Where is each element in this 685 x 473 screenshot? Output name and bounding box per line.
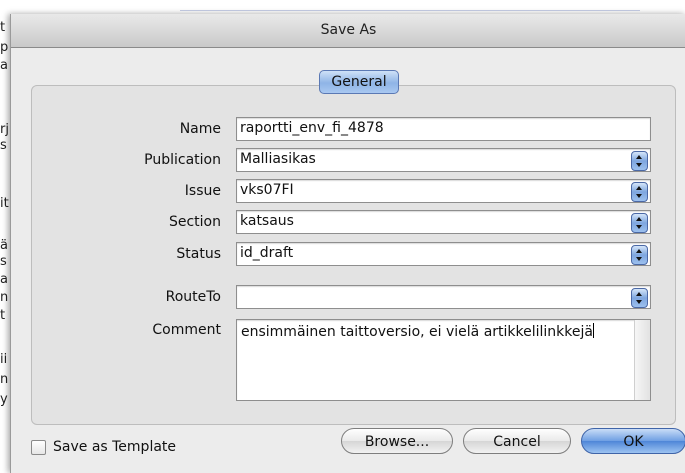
section-label: Section [168, 214, 221, 230]
background-toolbar [180, 0, 640, 11]
save-as-template-checkbox[interactable] [31, 440, 46, 455]
publication-combo[interactable]: Malliasikas [236, 148, 651, 172]
status-stepper-icon[interactable] [631, 245, 648, 265]
name-input[interactable]: raportti_env_fi_4878 [236, 117, 651, 141]
browse-button[interactable]: Browse... [341, 428, 453, 454]
dialog-title: Save As [320, 22, 377, 38]
issue-combo[interactable]: vks07FI [236, 179, 651, 203]
name-input-value: raportti_env_fi_4878 [240, 120, 384, 136]
issue-value: vks07FI [240, 182, 294, 198]
route-to-combo[interactable] [236, 285, 651, 309]
route-to-stepper-icon[interactable] [631, 288, 648, 308]
comment-value: ensimmäinen taittoversio, ei vielä artik… [241, 324, 593, 340]
name-label: Name [179, 121, 221, 137]
comment-textarea[interactable]: ensimmäinen taittoversio, ei vielä artik… [236, 319, 651, 401]
title-bar[interactable]: Save As [11, 14, 685, 48]
publication-value: Malliasikas [240, 151, 316, 167]
publication-stepper-icon[interactable] [631, 151, 648, 171]
cancel-button[interactable]: Cancel [463, 428, 571, 454]
status-combo[interactable]: id_draft [236, 242, 651, 266]
save-as-template-label[interactable]: Save as Template [53, 439, 176, 455]
comment-scrollbar[interactable] [634, 320, 650, 400]
text-caret [592, 323, 594, 338]
publication-label: Publication [144, 152, 221, 168]
ok-button[interactable]: OK [581, 428, 685, 454]
comment-label: Comment [152, 322, 221, 338]
tab-general[interactable]: General [319, 70, 399, 94]
route-to-label: RouteTo [165, 289, 221, 305]
issue-label: Issue [184, 183, 221, 199]
status-value: id_draft [240, 245, 294, 261]
section-stepper-icon[interactable] [631, 213, 648, 233]
status-label: Status [176, 246, 221, 262]
section-combo[interactable]: katsaus [236, 210, 651, 234]
issue-stepper-icon[interactable] [631, 182, 648, 202]
save-as-dialog: Save As General Name raportti_env_fi_487… [10, 14, 685, 473]
section-value: katsaus [240, 213, 294, 229]
